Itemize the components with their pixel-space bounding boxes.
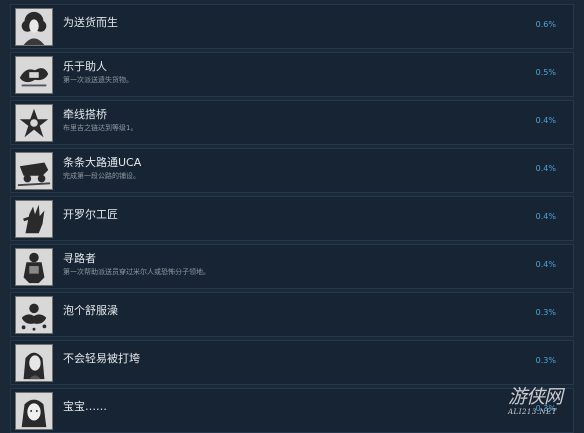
achievement-row[interactable]: 条条大路通UCA 完成第一段公路的铺设。 0.4%: [10, 148, 574, 193]
achievement-percent: 0.4%: [535, 212, 556, 221]
craftsman-hand-icon: [15, 200, 53, 238]
portrait-curly-hair-icon: [15, 8, 53, 46]
achievement-row[interactable]: 开罗尔工匠 0.4%: [10, 196, 574, 241]
achievement-percent: 0.3%: [535, 356, 556, 365]
achievement-description: 第一次帮助派送员穿过米尔人或恐怖分子领地。: [63, 268, 210, 276]
portrait-woman-icon: [15, 344, 53, 382]
achievement-percent: 0.4%: [535, 164, 556, 173]
cargo-blob-icon: [15, 56, 53, 94]
achievement-description: 布里吉之链达到等级1。: [63, 124, 138, 132]
achievement-title: 牵线搭桥: [63, 108, 107, 121]
achievement-description: 第一次派送遗失货物。: [63, 76, 133, 84]
portrait-baby-icon: [15, 392, 53, 430]
achievement-percent: 0.3%: [535, 308, 556, 317]
achievement-percent: 0.4%: [535, 116, 556, 125]
site-watermark-logo: 游侠网 ALI213.NET: [502, 382, 576, 424]
achievement-row[interactable]: 泡个舒服澡 0.3%: [10, 292, 574, 337]
achievement-title: 泡个舒服澡: [63, 304, 118, 317]
chiral-star-icon: [15, 104, 53, 142]
bath-splash-icon: [15, 296, 53, 334]
watermark-cn-text: 游侠网: [508, 386, 563, 408]
achievement-row[interactable]: 乐于助人 第一次派送遗失货物。 0.5%: [10, 52, 574, 97]
achievement-title: 条条大路通UCA: [63, 156, 142, 169]
porter-figure-icon: [15, 248, 53, 286]
achievement-title: 宝宝……: [63, 400, 107, 413]
achievement-description: 完成第一段公路的铺设。: [63, 172, 140, 180]
road-vehicle-icon: [15, 152, 53, 190]
achievement-row[interactable]: 为送货而生 0.6%: [10, 4, 574, 49]
achievement-row[interactable]: 寻路者 第一次帮助派送员穿过米尔人或恐怖分子领地。 0.4%: [10, 244, 574, 289]
achievement-row[interactable]: 宝宝…… 0.3%: [10, 388, 574, 433]
achievement-row[interactable]: 不会轻易被打垮 0.3%: [10, 340, 574, 385]
achievement-percent: 0.6%: [535, 20, 556, 29]
achievement-title: 为送货而生: [63, 16, 118, 29]
achievement-percent: 0.5%: [535, 68, 556, 77]
achievement-row[interactable]: 牵线搭桥 布里吉之链达到等级1。 0.4%: [10, 100, 574, 145]
achievement-title: 寻路者: [63, 252, 96, 265]
achievement-percent: 0.4%: [535, 260, 556, 269]
achievement-title: 开罗尔工匠: [63, 208, 118, 221]
achievement-title: 不会轻易被打垮: [63, 352, 140, 365]
watermark-en-text: ALI213.NET: [508, 408, 557, 416]
achievement-title: 乐于助人: [63, 60, 107, 73]
